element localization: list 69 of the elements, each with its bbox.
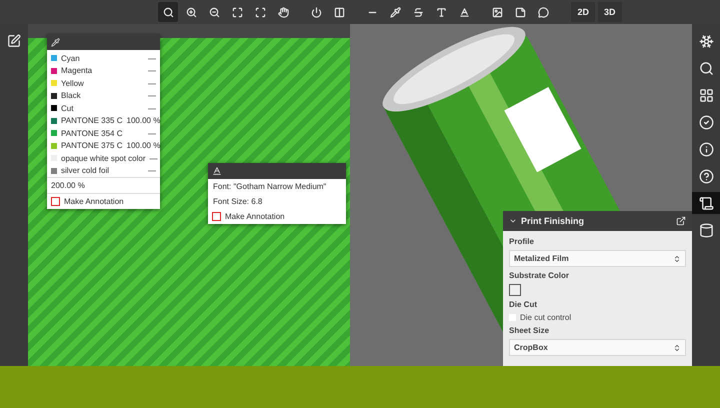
sheet-size-select[interactable]: CropBox — [509, 339, 686, 356]
ink-coverage: — — [148, 128, 156, 138]
ink-name: PANTONE 375 C — [61, 141, 123, 150]
check-icon — [698, 114, 714, 130]
font-info-text: Font: "Gotham Narrow Medium" — [212, 181, 328, 193]
annotation-label: Make Annotation — [225, 212, 285, 221]
ink-coverage: — — [150, 154, 158, 163]
popout-icon[interactable] — [676, 216, 686, 226]
field-label: Sheet Size — [509, 326, 550, 335]
grid-icon — [698, 88, 714, 102]
ink-name: silver cold foil — [61, 166, 110, 176]
power-icon — [310, 6, 322, 18]
die-cut-label: Die cut control — [520, 313, 572, 322]
ink-coverage: — — [148, 166, 156, 176]
ink-name: Magenta — [61, 66, 94, 76]
ink-coverage: — — [148, 78, 156, 88]
profile-select[interactable]: Metalized Film — [509, 250, 686, 267]
ink-name: PANTONE 335 C — [61, 116, 123, 126]
ink-coverage: — — [148, 91, 156, 100]
field-label: Profile — [509, 237, 535, 246]
note-icon — [514, 6, 526, 18]
annotation-label: Make Annotation — [64, 197, 124, 206]
font-info-text: Font Size: 6.8 — [212, 196, 264, 208]
select-arrows-icon — [673, 254, 681, 262]
panels-icon — [334, 6, 345, 18]
image-icon — [492, 6, 503, 18]
search-icon — [698, 60, 714, 76]
font-icon — [212, 166, 222, 176]
type-icon — [436, 6, 447, 18]
page-icon — [698, 196, 714, 210]
zoom-fit-icon — [232, 6, 243, 18]
ink-name: Cyan — [61, 54, 81, 63]
edit-icon[interactable] — [7, 34, 21, 48]
strike-icon — [412, 6, 424, 18]
ink-name: Yellow — [61, 78, 85, 88]
zoom-area-icon — [254, 6, 266, 18]
field-label: Die Cut — [509, 300, 538, 309]
ink-coverage: 100.00 % — [126, 141, 160, 150]
page-sidebar-button[interactable] — [692, 192, 720, 214]
pipette-icon — [390, 6, 401, 18]
view-mode-button[interactable]: 2D — [571, 2, 595, 22]
annotation-checkbox[interactable] — [51, 197, 60, 206]
pipette-icon — [51, 38, 60, 46]
ink-name: Cut — [61, 104, 74, 113]
ink-coverage: — — [148, 66, 156, 76]
comment-icon — [538, 6, 549, 18]
snowflake-icon — [698, 34, 714, 48]
ink-name: PANTONE 354 C — [61, 128, 124, 138]
total-coverage: 200.00 % — [47, 177, 160, 194]
help-icon — [698, 168, 714, 184]
zoom-out-icon — [208, 6, 220, 18]
zoom-in-icon — [186, 6, 197, 18]
ink-coverage: 100.00 % — [126, 116, 160, 126]
annotation-checkbox[interactable] — [212, 212, 221, 221]
search-tool-button[interactable] — [158, 2, 178, 22]
ink-coverage: — — [148, 104, 156, 113]
ink-name: opaque white spot color — [61, 154, 146, 163]
search-icon — [162, 6, 174, 18]
ink-coverage: — — [148, 54, 156, 63]
ink-name: Black — [61, 91, 82, 100]
field-label: Substrate Color — [509, 271, 570, 280]
hand-icon — [278, 6, 289, 18]
collapse-icon[interactable] — [509, 217, 517, 225]
font-icon — [458, 6, 470, 18]
substrate-color-swatch[interactable] — [509, 284, 521, 296]
select-arrows-icon — [673, 344, 681, 352]
panel-title: Print Finishing — [521, 216, 585, 226]
view-mode-button[interactable]: 3D — [598, 2, 622, 22]
info-icon — [698, 142, 714, 156]
